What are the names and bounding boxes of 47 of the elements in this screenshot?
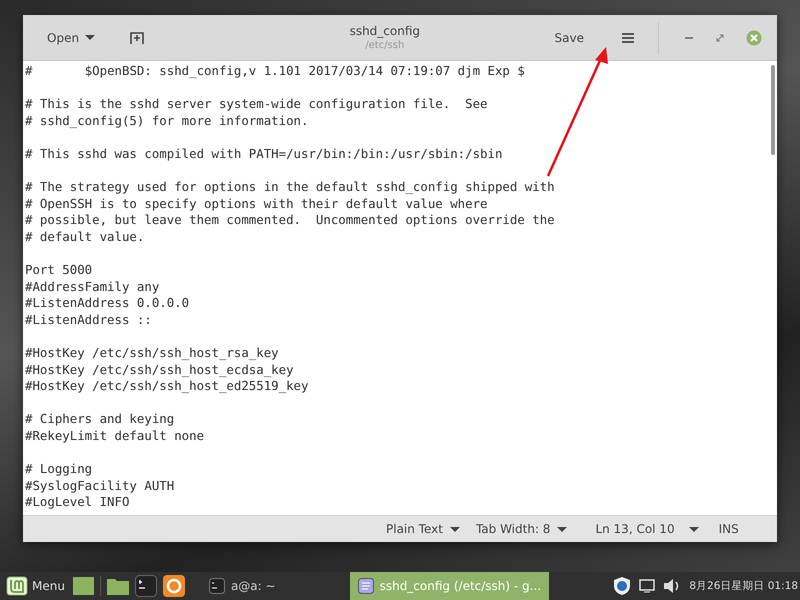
shield-icon[interactable] (613, 576, 632, 596)
text-editor-icon (358, 578, 374, 594)
terminal-icon[interactable] (134, 575, 157, 597)
code-line: #HostKey /etc/ssh/ssh_host_ed25519_key (25, 378, 308, 395)
maximize-icon (716, 34, 724, 42)
browser-icon[interactable] (162, 575, 185, 597)
insert-mode-label: INS (718, 522, 739, 536)
code-line: #AddressFamily any (25, 278, 160, 296)
caret-icon (85, 35, 96, 40)
clock[interactable]: 8月26日星期日 01:18 (689, 579, 798, 593)
minimize-icon (684, 36, 694, 40)
new-tab-icon (129, 30, 146, 44)
tab-width-dropdown[interactable]: Tab Width: 8 (468, 519, 576, 539)
code-line: # $OpenBSD: sshd_config,v 1.101 2017/03/14 07:19:07 djm Exp $ (25, 63, 525, 80)
code-line: # Logging (25, 461, 92, 478)
code-line: #HostKey /etc/ssh/ssh_host_ecdsa_key (25, 362, 294, 378)
code-line: # This sshd was compiled with PATH=/usr/bin:/bin:/usr/sbin:/sbin (25, 146, 502, 163)
window-subtitle: /etc/ssh (364, 40, 406, 51)
code-line: #ListenAddress 0.0.0.0 (25, 295, 190, 312)
scrollbar-thumb[interactable] (771, 65, 775, 155)
code-line: #RekeyLimit default none (25, 428, 204, 445)
window-title: sshd_config (348, 24, 422, 38)
code-line: #HostKey /etc/ssh/ssh_host_rsa_key (25, 345, 279, 362)
save-button[interactable]: Save (546, 26, 592, 48)
start-menu-button[interactable]: Menu (4, 576, 67, 596)
code-line: # possible, but leave them commented. Uncommented options override the (25, 212, 555, 229)
code-line: # This is the sshd server system-wide configuration file. See (25, 96, 488, 113)
open-button[interactable]: Open (39, 26, 104, 48)
taskbar-window[interactable]: a@a: ~ (200, 572, 284, 600)
cursor-position-dropdown[interactable]: Ln 13, Col 10 (587, 519, 707, 539)
menu-icon (622, 32, 634, 42)
mint-logo-icon (6, 576, 28, 596)
code-line: #SyslogFacility AUTH (25, 478, 174, 494)
code-line: #ListenAddress :: (25, 312, 152, 328)
code-line: #LogLevel INFO (25, 494, 130, 512)
display-icon[interactable] (639, 579, 656, 593)
folder-icon[interactable] (106, 577, 129, 595)
show-desktop-icon[interactable] (72, 577, 94, 595)
terminal-icon (208, 578, 225, 594)
code-line: # Ciphers and keying (25, 411, 174, 428)
code-line: # OpenSSH is to specify options with their default value where (25, 196, 488, 212)
code-line: # The strategy used for options in the default sshd_config shipped with (25, 179, 555, 196)
code-line: Port 5000 (25, 262, 92, 279)
close-icon (746, 30, 762, 46)
code-line: # default value. (25, 228, 144, 246)
code-line: # sshd_config(5) for more information. (25, 112, 308, 130)
language-dropdown[interactable]: Plain Text (378, 519, 468, 539)
